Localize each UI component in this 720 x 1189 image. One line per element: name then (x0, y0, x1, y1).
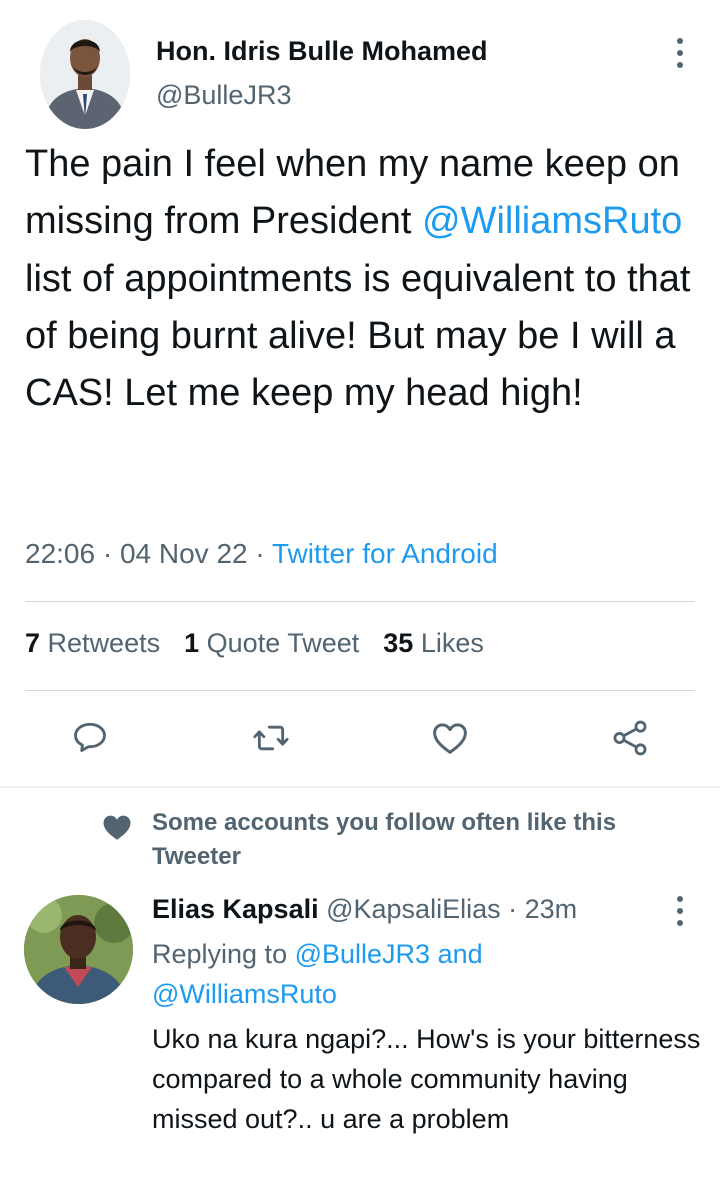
reply-author-handle[interactable]: @KapsaliElias (326, 894, 501, 924)
tweet-source-link[interactable]: Twitter for Android (272, 538, 498, 569)
quotes-count: 1 (184, 628, 200, 658)
reply-text: Uko na kura ngapi?... How's is your bitt… (152, 1024, 701, 1134)
replying-mention-1[interactable]: @BulleJR3 (295, 939, 430, 969)
reply-more-options-icon[interactable] (668, 896, 692, 930)
reply-separator: · (508, 894, 518, 924)
action-bar (0, 716, 720, 764)
replying-and[interactable]: and (430, 939, 483, 969)
likes-label: Likes (420, 628, 484, 658)
author-avatar[interactable] (40, 20, 130, 129)
divider (25, 601, 695, 602)
tweet-time: 22:06 (25, 538, 96, 569)
replying-to: Replying to @BulleJR3 and @WilliamsRuto (152, 934, 672, 1014)
replying-label: Replying to (152, 939, 295, 969)
meta-separator: · (102, 538, 113, 569)
share-icon[interactable] (608, 716, 652, 760)
tweet-detail-page: Hon. Idris Bulle Mohamed @BulleJR3 The p… (0, 0, 720, 1189)
meta-separator: · (255, 538, 265, 569)
reply-age[interactable]: 23m (525, 894, 578, 924)
retweets-stat[interactable]: 7 Retweets (25, 628, 160, 659)
more-options-icon[interactable] (668, 38, 692, 72)
replying-mention-2[interactable]: @WilliamsRuto (152, 979, 337, 1009)
author-handle[interactable]: @BulleJR3 (156, 80, 291, 111)
retweets-count: 7 (25, 628, 41, 658)
quotes-label: Quote Tweet (206, 628, 360, 658)
tweet-text-part: list of appointments is equivalent to th… (25, 257, 691, 415)
mention-link[interactable]: @WilliamsRuto (422, 200, 682, 242)
reply-author-avatar[interactable] (24, 895, 133, 1004)
tweet-text: The pain I feel when my name keep on mis… (25, 136, 715, 422)
heart-filled-icon (100, 810, 134, 844)
tweet-date: 04 Nov 22 (119, 538, 248, 569)
likes-count: 35 (383, 628, 414, 658)
author-name[interactable]: Hon. Idris Bulle Mohamed (156, 36, 488, 67)
tweet-meta: 22:06 · 04 Nov 22 · Twitter for Android (25, 538, 498, 570)
social-context-label: Some accounts you follow often like this… (152, 809, 617, 870)
section-separator (0, 786, 720, 788)
engagement-stats: 7 Retweets 1 Quote Tweet 35 Likes (25, 628, 484, 659)
retweet-icon[interactable] (249, 716, 293, 760)
quote-tweets-stat[interactable]: 1 Quote Tweet (184, 628, 359, 659)
retweets-label: Retweets (47, 628, 161, 658)
likes-stat[interactable]: 35 Likes (383, 628, 484, 659)
reply-icon[interactable] (68, 716, 112, 760)
reply-author-name[interactable]: Elias Kapsali (152, 894, 319, 924)
reply-header: Elias Kapsali @KapsaliElias · 23m (152, 894, 577, 925)
heart-icon[interactable] (428, 716, 472, 760)
divider (25, 690, 695, 691)
